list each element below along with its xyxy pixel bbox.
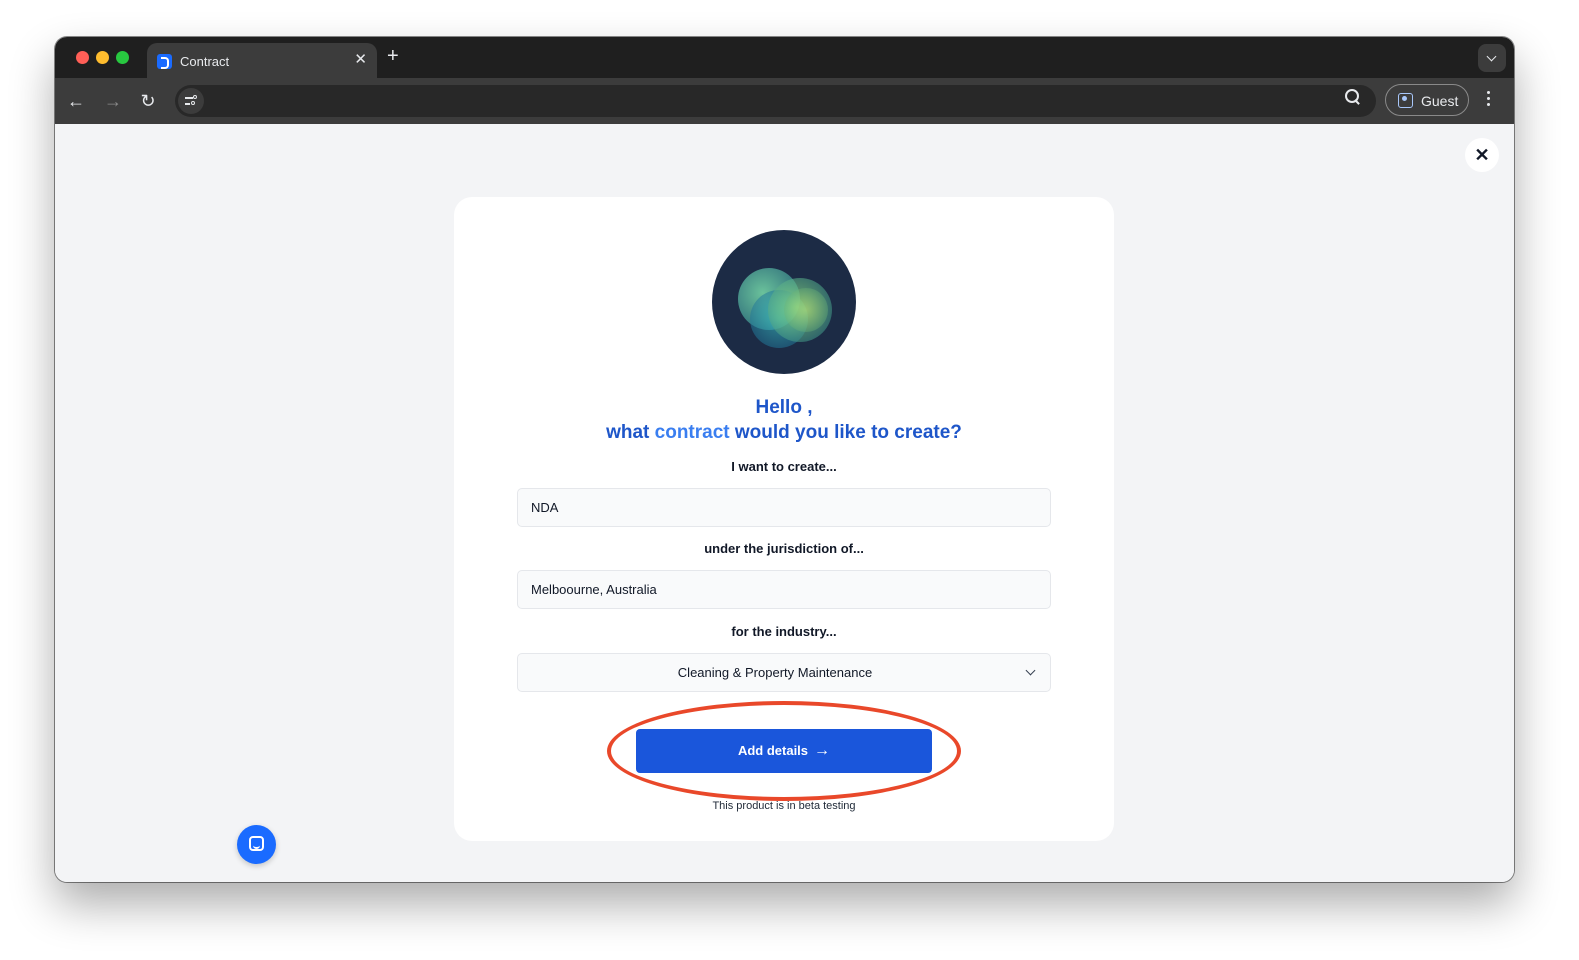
create-label: I want to create...: [731, 459, 837, 474]
jurisdiction-input[interactable]: Melboourne, Australia: [517, 570, 1051, 609]
zoom-icon[interactable]: [1345, 89, 1361, 105]
beta-note: This product is in beta testing: [712, 800, 856, 812]
contract-type-input[interactable]: NDA: [517, 488, 1051, 527]
chat-icon: [249, 836, 264, 851]
site-info-icon[interactable]: [178, 88, 204, 114]
minimize-window-button[interactable]: [96, 51, 109, 64]
page-content: ✕ Hello , what contract would you like t…: [55, 124, 1514, 882]
tab-title: Contract: [180, 54, 230, 69]
tab-search-button[interactable]: [1478, 44, 1506, 72]
menu-dots-icon[interactable]: [1487, 91, 1491, 109]
close-window-button[interactable]: [76, 51, 89, 64]
assistant-logo: [712, 230, 856, 374]
tab-favicon-icon: [157, 54, 172, 69]
reload-icon[interactable]: ↻: [135, 88, 161, 114]
tab-close-icon[interactable]: ✕: [354, 52, 367, 68]
maximize-window-button[interactable]: [116, 51, 129, 64]
new-tab-button[interactable]: +: [387, 46, 399, 66]
tab-strip: Contract ✕ +: [55, 37, 1514, 78]
annotation-highlight-ring: [607, 701, 961, 801]
industry-label: for the industry...: [731, 624, 837, 639]
guest-label: Guest: [1421, 93, 1459, 109]
guest-profile-icon: [1398, 93, 1413, 108]
guest-profile-button[interactable]: Guest: [1385, 84, 1469, 116]
address-bar[interactable]: [175, 85, 1376, 117]
question-heading: what contract would you like to create?: [606, 422, 962, 443]
jurisdiction-label: under the jurisdiction of...: [704, 541, 864, 556]
close-icon[interactable]: ✕: [1465, 138, 1499, 172]
browser-window: Contract ✕ + ← → ↻ Guest ✕ Hello , what …: [55, 37, 1514, 882]
greeting-heading: Hello ,: [755, 397, 813, 418]
industry-selected-value: Cleaning & Property Maintenance: [677, 665, 873, 680]
chat-launcher-button[interactable]: [237, 825, 276, 864]
question-highlight: contract: [654, 422, 730, 443]
back-arrow-icon[interactable]: ←: [63, 88, 89, 114]
contract-form-card: Hello , what contract would you like to …: [454, 197, 1114, 841]
forward-arrow-icon[interactable]: →: [100, 88, 126, 114]
browser-toolbar: ← → ↻: [55, 78, 1514, 124]
tab-contract[interactable]: Contract ✕: [147, 43, 377, 78]
industry-select[interactable]: Cleaning & Property Maintenance: [517, 653, 1051, 692]
